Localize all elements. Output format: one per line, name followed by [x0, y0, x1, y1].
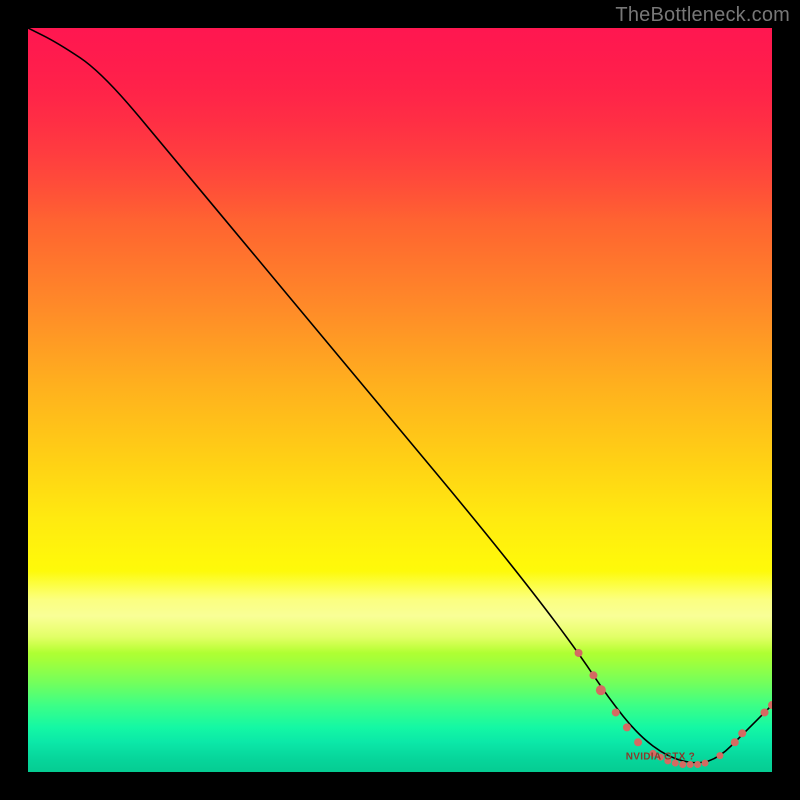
chart-stage: TheBottleneck.com NVIDIA GTX ?	[0, 0, 800, 800]
curve-marker	[623, 723, 631, 731]
curve-marker	[589, 671, 597, 679]
curve-marker	[575, 649, 583, 657]
curve-marker	[596, 685, 606, 695]
curve-min-label: NVIDIA GTX ?	[626, 752, 695, 763]
curve-layer	[28, 28, 772, 772]
bottleneck-curve	[28, 28, 772, 763]
watermark-text: TheBottleneck.com	[615, 4, 790, 27]
plot-area: NVIDIA GTX ?	[28, 28, 772, 772]
curve-markers	[575, 649, 772, 768]
curve-marker	[634, 738, 642, 746]
curve-marker	[761, 708, 769, 716]
curve-marker	[716, 752, 723, 759]
curve-marker	[731, 738, 739, 746]
curve-marker	[702, 760, 709, 767]
curve-marker	[738, 729, 746, 737]
curve-marker	[694, 761, 701, 768]
curve-marker	[612, 708, 620, 716]
